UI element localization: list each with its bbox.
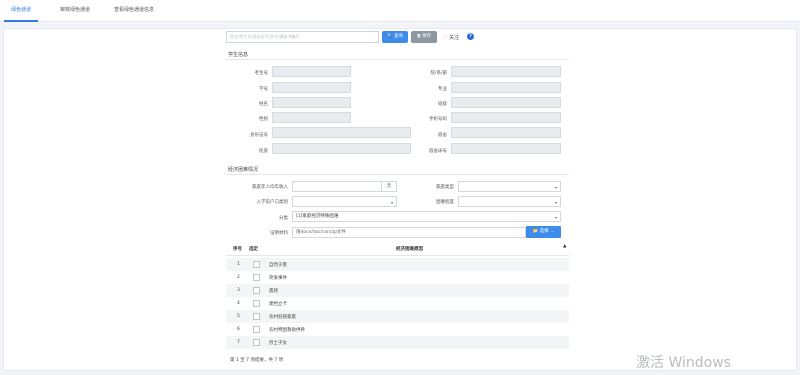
table-header: 序号 选定 经济困难原因 ▲ — [226, 243, 569, 256]
save-button[interactable]: 🖫 保存 — [411, 31, 437, 43]
table-pagination-info: 第 1 至 7 项结果，共 7 项 — [230, 358, 284, 363]
table-row[interactable]: 4 建档立卡 — [226, 297, 569, 310]
label-dorm-bed: 宿舍床号 — [429, 149, 447, 154]
field-phone — [451, 112, 561, 123]
table-row[interactable]: 6 农村特困救助供养 — [226, 323, 569, 336]
label-class: 班级 — [438, 102, 447, 107]
row-reason: 自然灾害 — [269, 263, 287, 268]
help-icon[interactable]: ? — [467, 33, 474, 40]
row-checkbox[interactable] — [253, 261, 260, 268]
th-select: 选定 — [249, 247, 258, 252]
label-gender: 性别 — [259, 117, 268, 122]
search-input[interactable]: 姓名/考生号/身份证号/学号/通知书编号 — [226, 31, 379, 43]
label-income: 家庭年人均年收入 — [252, 185, 288, 190]
row-index: 3 — [237, 288, 240, 293]
hukou-select[interactable]: ▾ — [292, 196, 397, 207]
field-student-no — [272, 82, 351, 93]
row-index: 7 — [237, 340, 240, 345]
label-nation: 民族 — [259, 149, 268, 154]
economy-title: 经济困难情况 — [228, 167, 259, 173]
table-row[interactable]: 7 烈士子女 — [226, 336, 569, 349]
difficulty-select[interactable]: ▾ — [458, 196, 561, 207]
follow-button[interactable]: ♡ 关注 — [443, 34, 459, 41]
label-major: 专业 — [438, 87, 447, 92]
tab-green-channel[interactable]: 绿色通道 — [4, 0, 38, 22]
field-class — [451, 97, 561, 108]
th-index: 序号 — [233, 247, 242, 252]
row-checkbox[interactable] — [253, 313, 260, 320]
row-index: 6 — [237, 327, 240, 332]
field-dept — [451, 66, 561, 77]
row-checkbox[interactable] — [253, 300, 260, 307]
row-reason: 农村特困救助供养 — [269, 328, 305, 333]
field-gender — [272, 112, 351, 123]
windows-activation-watermark: 激活 Windows — [636, 355, 731, 371]
label-student-no: 学号 — [259, 87, 268, 92]
choose-file-button[interactable]: 📂 选择 ... — [526, 226, 561, 238]
chevron-down-icon: ▾ — [554, 200, 557, 205]
row-checkbox[interactable] — [253, 274, 260, 281]
tab-bar: 绿色通道 审核绿色通道 查看绿色通道信息 — [0, 0, 800, 22]
row-checkbox[interactable] — [253, 339, 260, 346]
th-reason[interactable]: 经济困难原因 — [396, 246, 423, 252]
follow-label: 关注 — [449, 35, 460, 41]
row-reason: 建档立卡 — [269, 302, 287, 307]
field-dorm — [451, 127, 561, 138]
field-major — [451, 82, 561, 93]
label-family-type: 家庭类型 — [436, 185, 454, 190]
label-difficulty: 困难程度 — [436, 200, 454, 205]
label-proof: 证明材料 — [270, 231, 288, 236]
divider — [226, 174, 569, 175]
label-name: 姓名 — [259, 102, 268, 107]
table-row[interactable]: 2 突发事件 — [226, 271, 569, 284]
label-id-card: 身份证号 — [250, 133, 268, 138]
table-row[interactable]: 5 农村低保家庭 — [226, 310, 569, 323]
label-dorm: 宿舍 — [438, 133, 447, 138]
sort-asc-icon[interactable]: ▲ — [563, 244, 566, 249]
row-reason: 孤残 — [269, 289, 278, 294]
row-reason: 农村低保家庭 — [269, 315, 296, 320]
table-row[interactable]: 3 孤残 — [226, 284, 569, 297]
row-reason: 突发事件 — [269, 276, 287, 281]
row-checkbox[interactable] — [253, 287, 260, 294]
family-type-select[interactable]: ▾ — [458, 181, 561, 192]
label-phone: 手机号码 — [429, 117, 447, 122]
tab-review-green-channel[interactable]: 审核绿色通道 — [52, 0, 98, 22]
row-checkbox[interactable] — [253, 326, 260, 333]
row-index: 4 — [237, 301, 240, 306]
proof-file-input[interactable]: 限docx/doc/rar/zip文件 — [292, 227, 526, 238]
chevron-down-icon: ▾ — [390, 200, 393, 205]
label-exam-no: 考生号 — [254, 71, 269, 76]
label-hukou: 入学前户口类别 — [256, 200, 289, 205]
row-index: 1 — [237, 262, 240, 267]
row-index: 5 — [237, 314, 240, 319]
field-exam-no — [272, 66, 351, 77]
search-button[interactable]: 🔍 查询 — [382, 31, 408, 43]
chevron-down-icon: ▾ — [554, 215, 557, 220]
category-select[interactable]: [1]家庭经济特殊困难 ▾ — [292, 211, 561, 222]
row-reason: 烈士子女 — [269, 341, 287, 346]
row-index: 2 — [237, 275, 240, 280]
field-name — [272, 97, 351, 108]
tab-view-green-channel-info[interactable]: 查看绿色通道信息 — [108, 0, 160, 22]
table-row[interactable]: 1 自然灾害 — [226, 258, 569, 271]
heart-icon: ♡ — [443, 35, 448, 41]
category-value: [1]家庭经济特殊困难 — [296, 214, 339, 219]
label-dept: 院/系/部 — [430, 71, 447, 76]
label-category: 分类 — [279, 216, 288, 221]
divider — [226, 59, 569, 60]
chevron-down-icon: ▾ — [554, 185, 557, 190]
income-input[interactable] — [292, 181, 382, 192]
student-info-title: 学生信息 — [228, 52, 249, 58]
field-dorm-bed — [451, 143, 561, 154]
